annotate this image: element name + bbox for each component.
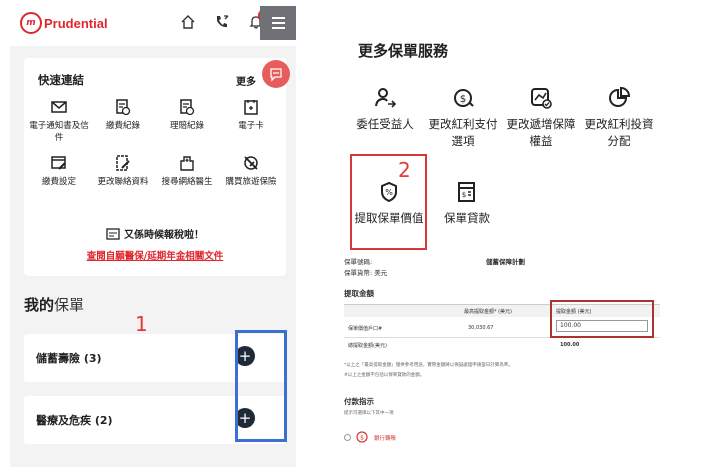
withdraw-amount-input[interactable]: 100.00: [556, 320, 648, 332]
chat-button[interactable]: [262, 60, 290, 88]
edit-contact-icon: [116, 155, 130, 171]
svg-text:$: $: [462, 191, 466, 199]
quick-link-payment-record[interactable]: 繳費紀錄: [92, 98, 154, 144]
page-title: 更多保單服務: [358, 42, 449, 60]
service-beneficiary[interactable]: 委任受益人: [346, 86, 424, 133]
payment-radio[interactable]: [344, 434, 351, 441]
quick-link-travel-insurance[interactable]: 購買旅遊保險: [220, 154, 282, 188]
policy-label: 醫療及危疾 (2): [36, 414, 113, 427]
service-increase-coverage[interactable]: 更改遞增保障權益: [502, 86, 580, 150]
quick-links-card: 快速連結 更多 電子通知書及信件 繳費紀錄 理賠紀錄 電子卡 繳費設定 更改聯絡…: [24, 58, 286, 276]
tax-icon: [106, 228, 120, 240]
phone-icon[interactable]: [214, 14, 230, 30]
quick-links-title: 快速連結: [38, 73, 84, 87]
quick-link-e-notice[interactable]: 電子通知書及信件: [28, 98, 90, 144]
hamburger-icon: [271, 17, 285, 19]
service-dividend-allocation[interactable]: 更改紅利投資分配: [580, 86, 658, 150]
section-payment: 付款指示: [344, 397, 374, 406]
tax-reminder: 又係時候報稅啦！: [24, 226, 286, 241]
hospital-icon: [180, 156, 194, 171]
payment-option-bank[interactable]: 銀行轉賬: [374, 434, 396, 442]
annotation-2: 2: [398, 158, 411, 182]
payment-setting-icon: [51, 156, 66, 170]
quick-link-claim-record[interactable]: 理賠紀錄: [156, 98, 218, 144]
svg-text:$: $: [360, 435, 364, 442]
row-max-amount: 30,030.67: [468, 325, 494, 331]
total-withdraw-value: 100.00: [560, 342, 580, 348]
payment-subtitle: 提示可選擇以下其中一項: [344, 411, 394, 416]
policy-label: 儲蓄壽險 (3): [36, 352, 102, 365]
chat-icon: [270, 68, 282, 82]
claim-record-icon: [180, 99, 195, 116]
payment-record-icon: [116, 99, 131, 116]
footnote-1: *以上之「最高提取金額」僅供參考用途，實際金額將以保誠處理申請當日計算為準。: [344, 363, 513, 368]
total-withdraw-label: 總提取金額(美元): [348, 343, 387, 349]
highlight-box-withdraw: [350, 154, 427, 250]
section-withdraw-amount: 提取金額: [344, 289, 374, 298]
annotation-1: 1: [135, 312, 148, 336]
policy-loan-icon: $: [458, 182, 475, 202]
beneficiary-icon: [375, 88, 397, 108]
increase-coverage-icon: [531, 88, 552, 109]
quick-link-payment-setting[interactable]: 繳費設定: [28, 154, 90, 188]
logo-mark: m: [20, 12, 42, 34]
quick-link-e-card[interactable]: 電子卡: [220, 98, 282, 144]
home-icon[interactable]: [180, 14, 196, 30]
highlight-box-amount: [550, 300, 654, 338]
quick-links-more[interactable]: 更多: [236, 73, 256, 88]
my-policies-heading: 我的保單: [24, 296, 85, 314]
svg-text:$: $: [460, 94, 466, 105]
quick-link-search-doctor[interactable]: 搜尋網絡醫生: [156, 154, 218, 188]
dividend-option-icon: $: [454, 89, 474, 107]
service-dividend-option[interactable]: $ 更改紅利支付選項: [424, 86, 502, 150]
prudential-logo[interactable]: m Prudential: [20, 12, 108, 34]
tax-documents-link[interactable]: 查閱自願醫保/延期年金相關文件: [24, 248, 286, 262]
menu-button[interactable]: [260, 6, 296, 40]
currency-label: 保單貨幣: 美元: [344, 269, 388, 277]
ecard-icon: [244, 100, 258, 115]
logo-text: Prudential: [44, 15, 108, 31]
more-policy-services-screen: 更多保單服務 委任受益人 $ 更改紅利支付選項 更改遞增保障權益 更改紅利投資分…: [340, 14, 662, 467]
row-policy-value-account: 保單價值戶口#: [348, 326, 383, 332]
mobile-home-screen: m Prudential 10 快速連結 更多 電子通知書及信件: [10, 0, 296, 467]
top-bar: m Prudential 10: [10, 0, 296, 46]
quick-link-edit-contact[interactable]: 更改聯絡資料: [92, 154, 154, 188]
plan-name: 儲蓄保障計劃: [486, 258, 525, 266]
highlight-box-expand: [235, 330, 287, 442]
footnote-2: #以上之金額不包括以保單貸款的金額。: [344, 373, 425, 378]
bank-transfer-icon: $: [356, 431, 368, 443]
policy-no-label: 保單號碼:: [344, 258, 373, 266]
service-policy-loan[interactable]: $ 保單貸款: [428, 180, 506, 227]
col-max-amount: 最高提取金額* (美元): [464, 309, 512, 315]
envelope-icon: [51, 101, 67, 113]
travel-insurance-icon: [244, 156, 258, 170]
dividend-allocation-icon: [609, 86, 631, 107]
